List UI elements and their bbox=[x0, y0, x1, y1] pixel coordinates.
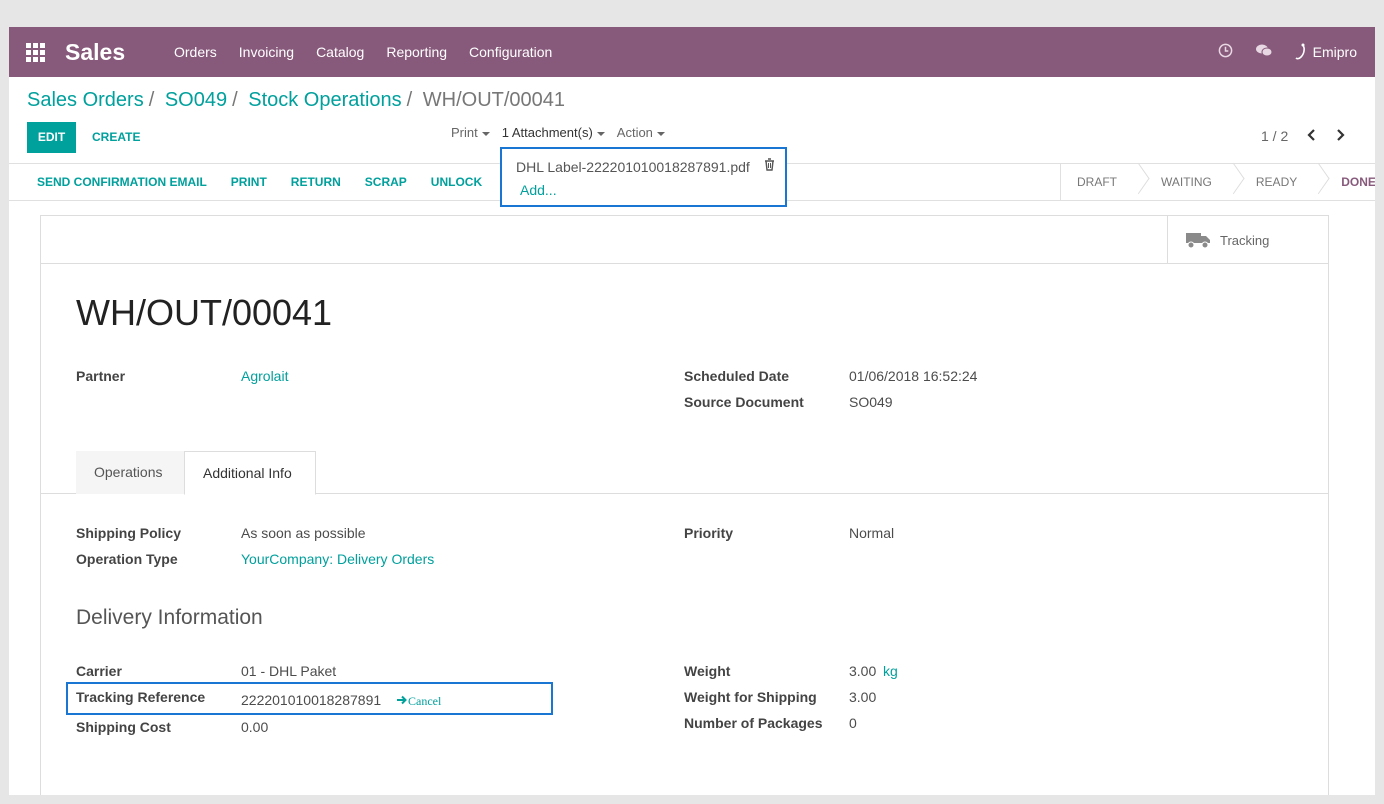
button-box: Tracking bbox=[41, 216, 1328, 264]
edit-button[interactable]: EDIT bbox=[27, 122, 76, 153]
weight-for-shipping-label: Weight for Shipping bbox=[684, 689, 817, 705]
breadcrumb: Sales Orders / SO049/ Stock Operations / W… bbox=[27, 89, 566, 111]
app-brand: Sales bbox=[65, 39, 126, 65]
pager-previous-icon[interactable] bbox=[1307, 128, 1317, 147]
stage-waiting[interactable]: WAITING bbox=[1145, 164, 1228, 201]
tab-additional-info[interactable]: Additional Info bbox=[184, 451, 316, 495]
stage-separator bbox=[1313, 164, 1325, 201]
user-name: Emipro bbox=[1312, 44, 1357, 60]
attachment-file-link[interactable]: DHL Label-222201010018287891.pdf bbox=[516, 159, 750, 175]
number-of-packages-value: 0 bbox=[849, 715, 857, 731]
stage-ready[interactable]: READY bbox=[1240, 164, 1313, 201]
attachments-menu: DHL Label-222201010018287891.pdf Add... bbox=[500, 147, 787, 207]
navbar-right: Emipro bbox=[1218, 27, 1357, 77]
scheduled-date-value: 01/06/2018 16:52:24 bbox=[849, 368, 978, 384]
delivery-section-title: Delivery Information bbox=[76, 606, 263, 629]
stage-separator bbox=[1228, 164, 1240, 201]
pager-next-icon[interactable] bbox=[1335, 128, 1345, 147]
add-attachment-link[interactable]: Add... bbox=[520, 182, 557, 198]
menu-catalog[interactable]: Catalog bbox=[305, 27, 375, 77]
priority-value: Normal bbox=[849, 525, 895, 541]
menu-invoicing[interactable]: Invoicing bbox=[228, 27, 305, 77]
attachments-dropdown[interactable]: 1 Attachment(s) bbox=[502, 125, 605, 140]
app-window: Sales Orders Invoicing Catalog Reporting… bbox=[9, 27, 1375, 795]
stage-draft[interactable]: DRAFT bbox=[1061, 164, 1133, 201]
shipping-cost-value: 0.00 bbox=[241, 719, 269, 735]
stage-pipeline: DRAFT WAITING READY DONE bbox=[1060, 164, 1375, 201]
truck-icon bbox=[1186, 233, 1210, 249]
tracking-label: Tracking bbox=[1220, 232, 1270, 248]
shipping-policy-value: As soon as possible bbox=[241, 525, 366, 541]
tracking-smart-button[interactable]: Tracking bbox=[1167, 216, 1328, 264]
return-button[interactable]: RETURN bbox=[279, 164, 353, 201]
menu-orders[interactable]: Orders bbox=[163, 27, 228, 77]
main-menu: Orders Invoicing Catalog Reporting Confi… bbox=[163, 27, 563, 77]
create-button[interactable]: CREATE bbox=[92, 122, 140, 153]
weight-value: 3.00 bbox=[849, 663, 877, 679]
user-avatar-icon bbox=[1295, 43, 1305, 60]
trash-icon[interactable] bbox=[764, 158, 775, 174]
pager-value[interactable]: 1 / 2 bbox=[1261, 128, 1288, 144]
partner-label: Partner bbox=[76, 368, 126, 384]
notebook-tabs: Operations Additional Info bbox=[41, 451, 1328, 495]
tab-operations[interactable]: Operations bbox=[76, 451, 184, 494]
menu-configuration[interactable]: Configuration bbox=[458, 27, 563, 77]
partner-link[interactable]: Agrolait bbox=[241, 368, 288, 384]
sidebar-dropdowns: Print 1 Attachment(s) Action bbox=[451, 125, 665, 140]
shipping-cost-label: Shipping Cost bbox=[76, 719, 171, 735]
stage-done[interactable]: DONE bbox=[1325, 164, 1375, 201]
user-menu[interactable]: Emipro bbox=[1295, 43, 1357, 61]
operation-type-link[interactable]: YourCompany: Delivery Orders bbox=[241, 551, 434, 567]
cancel-tracking-link[interactable]: Cancel bbox=[397, 694, 441, 709]
tracking-reference-value: 222201010018287891 bbox=[241, 692, 382, 708]
scheduled-date-label: Scheduled Date bbox=[684, 368, 790, 384]
breadcrumb-sales-orders[interactable]: Sales Orders bbox=[27, 89, 144, 111]
number-of-packages-label: Number of Packages bbox=[684, 715, 823, 731]
breadcrumb-so[interactable]: SO049 bbox=[165, 89, 227, 111]
scrap-button[interactable]: SCRAP bbox=[353, 164, 419, 201]
print-dropdown[interactable]: Print bbox=[451, 125, 490, 140]
print-button[interactable]: PRINT bbox=[219, 164, 279, 201]
source-document-label: Source Document bbox=[684, 394, 804, 410]
cancel-label: Cancel bbox=[408, 694, 442, 708]
action-buttons: SEND CONFIRMATION EMAIL PRINT RETURN SCR… bbox=[25, 164, 494, 201]
record-title: WH/OUT/00041 bbox=[76, 292, 333, 333]
weight-label: Weight bbox=[684, 663, 731, 679]
operation-type-label: Operation Type bbox=[76, 551, 178, 567]
apps-grid-icon[interactable] bbox=[26, 43, 46, 62]
weight-uom: kg bbox=[883, 663, 898, 679]
tracking-reference-label: Tracking Reference bbox=[76, 689, 206, 705]
carrier-label: Carrier bbox=[76, 663, 122, 679]
arrow-right-icon bbox=[397, 695, 407, 705]
unlock-button[interactable]: UNLOCK bbox=[419, 164, 494, 201]
weight-for-shipping-value: 3.00 bbox=[849, 689, 877, 705]
priority-label: Priority bbox=[684, 525, 734, 541]
carrier-value: 01 - DHL Paket bbox=[241, 663, 337, 679]
shipping-policy-label: Shipping Policy bbox=[76, 525, 182, 541]
clock-icon[interactable] bbox=[1218, 43, 1233, 61]
stage-separator bbox=[1133, 164, 1145, 201]
breadcrumb-stock-operations[interactable]: Stock Operations bbox=[248, 89, 401, 111]
send-confirmation-email-button[interactable]: SEND CONFIRMATION EMAIL bbox=[25, 164, 219, 201]
action-dropdown[interactable]: Action bbox=[617, 125, 665, 140]
form-sheet: Tracking WH/OUT/00041 Partner Agrolait S… bbox=[40, 215, 1329, 795]
menu-reporting[interactable]: Reporting bbox=[375, 27, 458, 77]
top-navbar: Sales Orders Invoicing Catalog Reporting… bbox=[9, 27, 1375, 77]
chat-icon[interactable] bbox=[1255, 43, 1273, 61]
breadcrumb-current: WH/OUT/00041 bbox=[422, 89, 566, 111]
source-document-value: SO049 bbox=[849, 394, 893, 410]
